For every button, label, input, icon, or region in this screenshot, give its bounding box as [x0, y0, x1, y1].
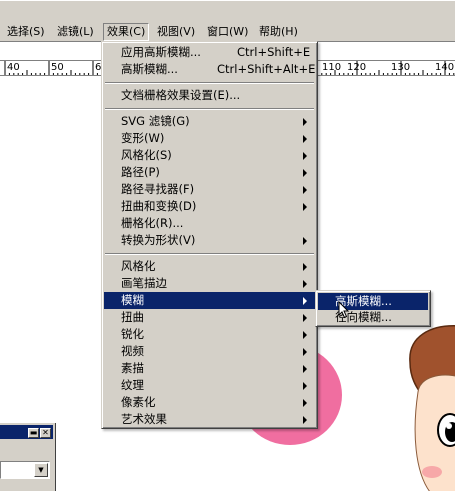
ruler-label: 130 — [391, 62, 411, 73]
submenu-arrow-icon — [303, 297, 307, 305]
menu-filter[interactable]: 滤镜(L) — [54, 23, 97, 41]
submenu-arrow-icon — [303, 152, 307, 160]
menu-view[interactable]: 视图(V) — [154, 23, 198, 41]
menu-item-label: 风格化 — [121, 259, 156, 273]
menu-item-label: 艺术效果 — [121, 412, 167, 426]
panel-title-bar[interactable]: ▬ ✕ — [0, 425, 53, 439]
minimize-icon[interactable]: ▬ — [28, 428, 39, 438]
top-strip — [0, 0, 455, 22]
menu-item-pixelate[interactable]: 像素化 — [104, 394, 315, 411]
menu-item-shortcut: Ctrl+Shift+E — [237, 45, 311, 59]
ruler-label: 40 — [7, 62, 20, 73]
chevron-down-icon[interactable]: ▼ — [34, 463, 48, 477]
menu-item-label: 路径(P) — [121, 165, 160, 179]
menu-item-label: 文档栅格效果设置(E)... — [121, 88, 241, 102]
menu-item-label: 像素化 — [121, 395, 156, 409]
submenu-arrow-icon — [303, 331, 307, 339]
menu-separator — [105, 108, 314, 110]
menu-item-label: 路径寻找器(F) — [121, 182, 195, 196]
submenu-arrow-icon — [303, 203, 307, 211]
menu-item-shortcut: Ctrl+Shift+Alt+E — [217, 62, 316, 76]
menu-item-apply-gaussian-blur[interactable]: 应用高斯模糊... Ctrl+Shift+E — [104, 44, 315, 61]
blur-submenu: 高斯模糊... 径向模糊... — [315, 290, 431, 327]
menu-item-label: 风格化(S) — [121, 148, 172, 162]
menu-item-label: 应用高斯模糊... — [121, 45, 201, 59]
menu-item-convert-to-shape[interactable]: 转换为形状(V) — [104, 232, 315, 249]
menu-item-label: 扭曲 — [121, 310, 144, 324]
menu-item-label: 转换为形状(V) — [121, 233, 196, 247]
mouse-cursor-icon — [338, 301, 350, 319]
menu-item-svg-filters[interactable]: SVG 滤镜(G) — [104, 113, 315, 130]
menu-item-label: 画笔描边 — [121, 276, 167, 290]
submenu-arrow-icon — [303, 314, 307, 322]
menu-item-sketch[interactable]: 素描 — [104, 360, 315, 377]
submenu-arrow-icon — [303, 280, 307, 288]
panel-dropdown[interactable]: ▼ — [0, 461, 50, 479]
menu-select[interactable]: 选择(S) — [4, 23, 48, 41]
tool-panel: ▬ ✕ ▼ — [0, 423, 56, 491]
menu-item-document-raster-settings[interactable]: 文档栅格效果设置(E)... — [104, 87, 315, 104]
menu-item-label: 变形(W) — [121, 131, 165, 145]
cartoon-character-artwork[interactable] — [400, 322, 455, 491]
menu-item-blur[interactable]: 模糊 — [104, 292, 315, 309]
menu-item-label: 高斯模糊... — [121, 62, 178, 76]
menu-item-video[interactable]: 视频 — [104, 343, 315, 360]
submenu-arrow-icon — [303, 237, 307, 245]
menu-separator — [105, 82, 314, 84]
menu-effects[interactable]: 效果(C) — [103, 23, 150, 41]
menu-item-stylize[interactable]: 风格化 — [104, 258, 315, 275]
submenu-arrow-icon — [303, 169, 307, 177]
submenu-arrow-icon — [303, 263, 307, 271]
ruler-label: 120 — [347, 62, 367, 73]
effects-menu: 应用高斯模糊... Ctrl+Shift+E 高斯模糊... Ctrl+Shift+… — [101, 41, 318, 429]
menu-item-artistic[interactable]: 艺术效果 — [104, 411, 315, 428]
submenu-arrow-icon — [303, 186, 307, 194]
submenu-arrow-icon — [303, 348, 307, 356]
menu-item-gaussian-blur[interactable]: 高斯模糊... Ctrl+Shift+Alt+E — [104, 61, 315, 78]
menu-item-label: 视频 — [121, 344, 144, 358]
menu-item-path[interactable]: 路径(P) — [104, 164, 315, 181]
submenu-arrow-icon — [303, 118, 307, 126]
menu-item-distort[interactable]: 扭曲 — [104, 309, 315, 326]
menu-item-label: 模糊 — [121, 293, 144, 307]
menu-item-label: 锐化 — [121, 327, 144, 341]
menu-item-label: 栅格化(R)... — [121, 216, 184, 230]
menu-item-pathfinder[interactable]: 路径寻找器(F) — [104, 181, 315, 198]
menu-help[interactable]: 帮助(H) — [256, 23, 301, 41]
menu-item-rasterize[interactable]: 栅格化(R)... — [104, 215, 315, 232]
submenu-item-gaussian-blur[interactable]: 高斯模糊... — [318, 293, 428, 310]
menu-item-sharpen[interactable]: 锐化 — [104, 326, 315, 343]
submenu-arrow-icon — [303, 135, 307, 143]
menu-item-label: 纹理 — [121, 378, 144, 392]
menu-item-distort-transform[interactable]: 扭曲和变换(D) — [104, 198, 315, 215]
ruler-label: 140 — [435, 62, 455, 73]
menu-item-brush-strokes[interactable]: 画笔描边 — [104, 275, 315, 292]
submenu-arrow-icon — [303, 399, 307, 407]
menu-item-label: 素描 — [121, 361, 144, 375]
menu-bar: 选择(S) 滤镜(L) 效果(C) 视图(V) 窗口(W) 帮助(H) — [0, 22, 455, 42]
ruler-label: 110 — [322, 62, 342, 73]
menu-item-warp[interactable]: 变形(W) — [104, 130, 315, 147]
submenu-arrow-icon — [303, 382, 307, 390]
menu-item-label: 扭曲和变换(D) — [121, 199, 197, 213]
menu-window[interactable]: 窗口(W) — [204, 23, 251, 41]
close-icon[interactable]: ✕ — [40, 428, 51, 438]
ruler-label: 50 — [51, 62, 64, 73]
submenu-arrow-icon — [303, 365, 307, 373]
menu-item-texture[interactable]: 纹理 — [104, 377, 315, 394]
menu-item-stylize-s[interactable]: 风格化(S) — [104, 147, 315, 164]
submenu-item-radial-blur[interactable]: 径向模糊... — [318, 309, 428, 326]
menu-item-label: SVG 滤镜(G) — [121, 114, 190, 128]
menu-separator — [105, 253, 314, 255]
submenu-arrow-icon — [303, 416, 307, 424]
